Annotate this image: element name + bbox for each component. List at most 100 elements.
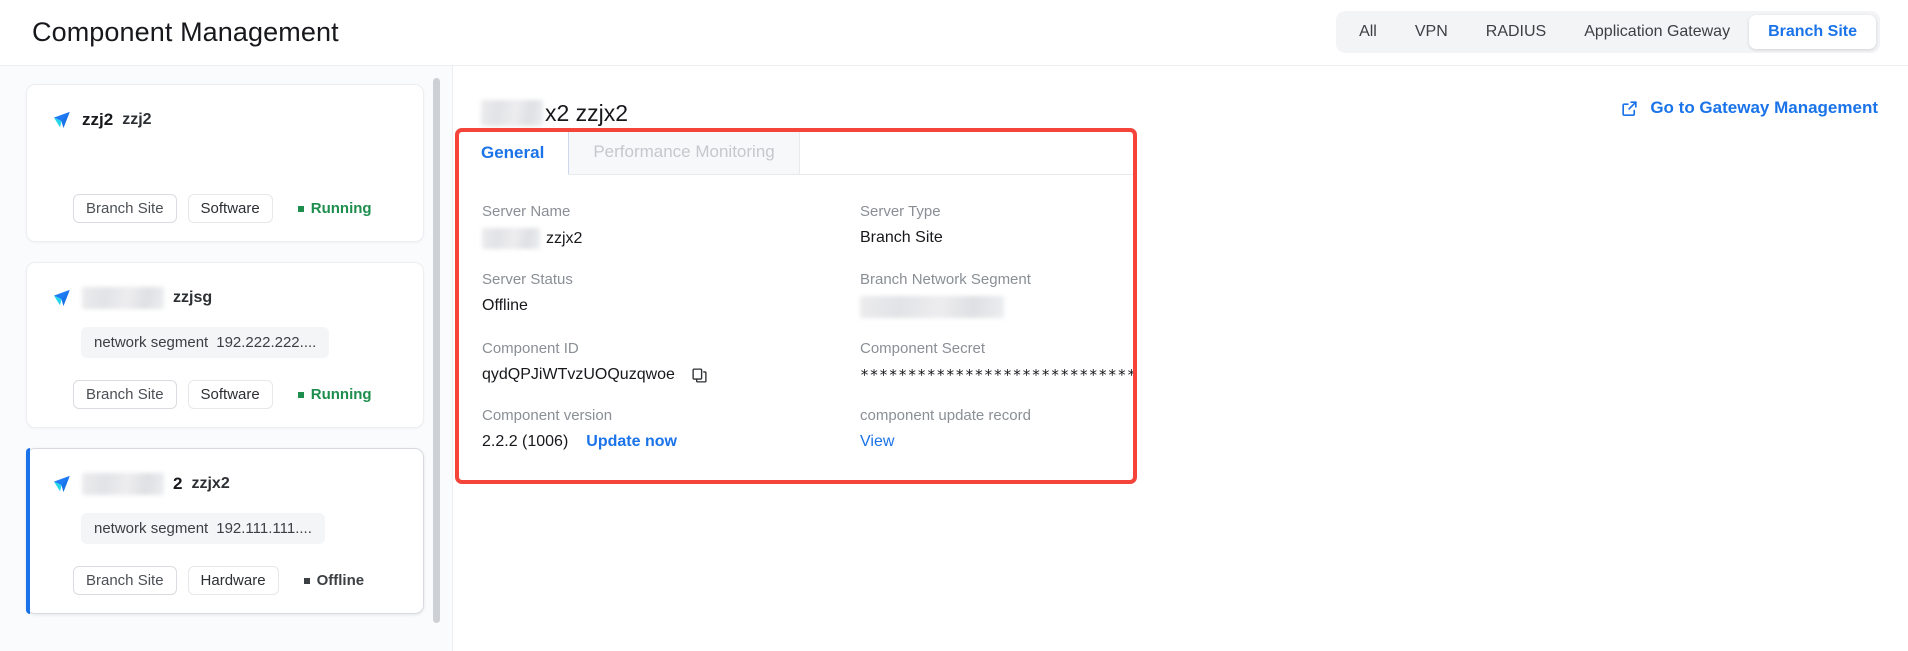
card-tag: Branch Site [73, 566, 177, 595]
card-subtitle: zzjx2 [191, 475, 230, 492]
card-network-segment: network segment 192.111.111.... [81, 513, 325, 544]
field-component-id: Component ID qydQPJiWTvzUOQuzqwoe [482, 340, 860, 385]
network-segment-label: network segment [94, 334, 209, 351]
redacted-card-name [82, 473, 164, 495]
detail-title-text: x2 zzjx2 [545, 99, 629, 126]
redacted-card-name [82, 287, 164, 309]
redacted-branch-network-segment [860, 296, 1004, 318]
field-branch-network-segment: Branch Network Segment [860, 271, 1136, 318]
general-info-card: General Performance Monitoring Server Nam… [455, 128, 1137, 484]
branch-network-segment-value [860, 296, 1136, 318]
component-update-record-label: component update record [860, 407, 1031, 424]
network-segment-value: 192.111.111.... [216, 520, 312, 537]
network-segment-value: 192.222.222.... [216, 334, 317, 351]
card-status-text: Running [310, 200, 372, 217]
component-secret-masked-text: ******************************* [860, 366, 1137, 384]
card-status-text: Running [310, 386, 372, 403]
server-type-value: Branch Site [860, 229, 943, 246]
filter-tab-vpn[interactable]: VPN [1396, 15, 1467, 49]
redacted-server-name [482, 228, 540, 249]
filter-tab-radius[interactable]: RADIUS [1467, 15, 1565, 49]
card-tag: Hardware [187, 566, 279, 595]
filter-tab-all[interactable]: All [1340, 15, 1396, 49]
component-card[interactable]: zzjsg network segment 192.222.222.... Branc… [26, 262, 424, 428]
server-status-value: Offline [482, 297, 528, 314]
field-component-secret: Component Secret ***********************… [860, 340, 1137, 385]
component-card[interactable]: 2 zzjx2 network segment 192.111.111.... Bran… [26, 448, 424, 614]
server-name-text: zzjx2 [546, 229, 583, 247]
card-network-segment: network segment 192.222.222.... [81, 327, 330, 358]
external-link-icon [1620, 99, 1639, 118]
gateway-link-label: Go to Gateway Management [1650, 98, 1878, 117]
content-area: zzj2 zzj2 Branch Site Software Running zzjsg n… [0, 66, 1908, 651]
card-name-text: zzj2 [82, 110, 114, 129]
detail-tab-performance-monitoring: Performance Monitoring [569, 129, 800, 174]
detail-title: x2 zzjx2 [481, 100, 628, 127]
server-status-label: Server Status [482, 271, 573, 288]
card-footer: Branch Site Hardware Offline [51, 566, 401, 595]
card-tag: Branch Site [73, 380, 177, 409]
card-spacer [51, 133, 401, 172]
branch-network-segment-label: Branch Network Segment [860, 271, 1031, 288]
card-header: zzj2 zzj2 [51, 107, 401, 133]
card-status-text: Offline [316, 572, 365, 589]
server-type-label: Server Type [860, 203, 941, 220]
server-name-label: Server Name [482, 203, 571, 220]
card-status-badge: Running [297, 200, 372, 217]
network-segment-label: network segment [94, 520, 209, 537]
field-server-type: Server Type Branch Site [860, 203, 1136, 249]
card-status-badge: Running [297, 386, 372, 403]
component-list-sidebar: zzj2 zzj2 Branch Site Software Running zzjsg n… [0, 66, 453, 651]
field-server-name: Server Name zzjx2 [482, 203, 860, 249]
component-secret-value: ******************************* [860, 365, 1137, 385]
branch-site-plane-icon [51, 287, 73, 309]
detail-tab-bar: General Performance Monitoring [456, 129, 1136, 175]
card-name-text: 2 [173, 474, 183, 493]
component-version-text: 2.2.2 (1006) [482, 433, 569, 450]
card-subtitle: zzjsg [173, 289, 213, 306]
component-card[interactable]: zzj2 zzj2 Branch Site Software Running [26, 84, 424, 242]
branch-site-plane-icon [51, 109, 73, 131]
redacted-title-prefix [481, 100, 543, 126]
card-footer: Branch Site Software Running [51, 194, 401, 223]
component-detail-panel: x2 zzjx2 Go to Gateway Management Genera… [453, 66, 1908, 651]
detail-tab-general[interactable]: General [456, 129, 570, 175]
component-id-label: Component ID [482, 340, 579, 357]
component-id-text: qydQPJiWTvzUOQuzqwoe [482, 366, 675, 383]
page-title: Component Management [32, 17, 339, 47]
field-component-version: Component version 2.2.2 (1006) Update no… [482, 407, 860, 452]
view-update-record-link[interactable]: View [860, 433, 894, 451]
status-dot-icon [297, 205, 304, 212]
component-version-label: Component version [482, 407, 613, 424]
field-component-update-record: component update record View [860, 407, 1136, 452]
component-version-value: 2.2.2 (1006) Update now [482, 432, 860, 452]
status-dot-icon [303, 577, 310, 584]
card-title: 2 [82, 473, 182, 495]
server-name-value: zzjx2 [482, 228, 860, 249]
component-secret-label: Component Secret [860, 340, 986, 357]
top-bar: Component Management All VPN RADIUS Applica… [0, 0, 1908, 66]
card-status-badge: Offline [303, 572, 365, 589]
filter-tab-application-gateway[interactable]: Application Gateway [1565, 15, 1749, 49]
card-tag: Software [187, 194, 273, 223]
go-to-gateway-management-link[interactable]: Go to Gateway Management [1620, 98, 1878, 118]
card-header: zzjsg [51, 285, 401, 311]
card-title: zzj2 [82, 110, 113, 130]
component-id-value: qydQPJiWTvzUOQuzqwoe [482, 365, 860, 385]
detail-fields-grid: Server Name zzjx2 Server Type Branch Sit… [456, 175, 1136, 452]
card-subtitle: zzj2 [122, 111, 152, 128]
card-title [82, 287, 164, 309]
card-tag: Branch Site [73, 194, 177, 223]
status-dot-icon [297, 391, 304, 398]
card-footer: Branch Site Software Running [51, 380, 401, 409]
field-server-status: Server Status Offline [482, 271, 860, 318]
branch-site-plane-icon [51, 473, 73, 495]
card-tag: Software [187, 380, 273, 409]
update-now-link[interactable]: Update now [586, 433, 677, 451]
category-filter-tabs: All VPN RADIUS Application Gateway Branch Si… [1336, 11, 1880, 53]
filter-tab-branch-site[interactable]: Branch Site [1749, 15, 1876, 49]
card-header: 2 zzjx2 [51, 471, 401, 497]
sidebar-scrollbar-thumb[interactable] [433, 78, 440, 623]
component-update-record-value: View [860, 432, 1136, 452]
copy-component-id-icon[interactable] [691, 367, 708, 384]
